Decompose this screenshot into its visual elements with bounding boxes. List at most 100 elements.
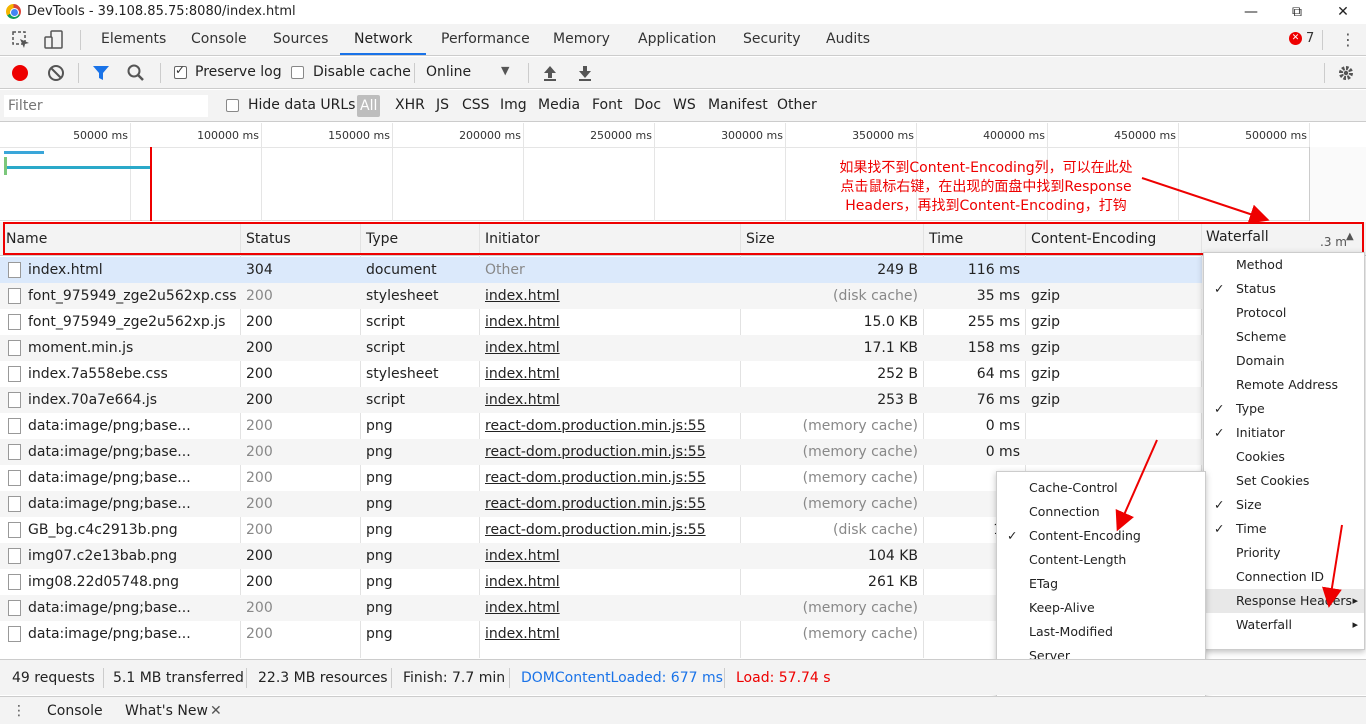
request-initiator[interactable]: index.html — [485, 387, 735, 413]
menu-item-type[interactable]: ✓ Type — [1204, 397, 1364, 421]
error-icon[interactable]: ✕ — [1289, 32, 1302, 45]
request-initiator[interactable]: react-dom.production.min.js:55 — [485, 465, 735, 491]
menu-item-waterfall[interactable]: Waterfall ▸ — [1204, 613, 1364, 637]
tab-console[interactable]: Console — [189, 24, 249, 55]
filter-type-js[interactable]: JS — [436, 97, 449, 113]
tab-network[interactable]: Network — [340, 24, 427, 55]
tab-elements[interactable]: Elements — [99, 24, 168, 55]
request-initiator[interactable]: index.html — [485, 335, 735, 361]
filter-icon[interactable] — [92, 65, 110, 81]
more-menu-icon[interactable]: ⋮ — [1340, 30, 1356, 49]
close-icon[interactable]: ✕ — [210, 697, 222, 724]
tab-audits[interactable]: Audits — [824, 24, 872, 55]
menu-item-initiator[interactable]: ✓ Initiator — [1204, 421, 1364, 445]
gear-icon[interactable] — [1337, 64, 1355, 82]
preserve-log-label[interactable]: Preserve log — [195, 64, 282, 80]
menu-item-content-length[interactable]: Content-Length — [997, 548, 1205, 572]
throttling-select[interactable]: Online ▼ — [426, 64, 516, 80]
menu-item-protocol[interactable]: Protocol — [1204, 301, 1364, 325]
request-initiator[interactable]: index.html — [485, 361, 735, 387]
table-row[interactable]: index.html 304 document Other 249 B 116 ms — [0, 257, 1202, 283]
request-initiator[interactable]: index.html — [485, 543, 735, 569]
menu-item-time[interactable]: ✓ Time — [1204, 517, 1364, 541]
clear-icon[interactable] — [47, 64, 65, 82]
menu-item-size[interactable]: ✓ Size — [1204, 493, 1364, 517]
menu-item-status[interactable]: ✓ Status — [1204, 277, 1364, 301]
request-initiator[interactable]: index.html — [485, 283, 735, 309]
record-icon[interactable] — [12, 65, 28, 81]
minimize-button[interactable]: — — [1228, 0, 1274, 24]
import-har-icon[interactable] — [542, 64, 558, 82]
filter-type-doc[interactable]: Doc — [634, 97, 661, 113]
export-har-icon[interactable] — [577, 64, 593, 82]
filter-type-manifest[interactable]: Manifest — [708, 97, 768, 113]
menu-item-remote-address[interactable]: Remote Address — [1204, 373, 1364, 397]
menu-item-scheme[interactable]: Scheme — [1204, 325, 1364, 349]
menu-item-content-encoding[interactable]: ✓ Content-Encoding — [997, 524, 1205, 548]
request-initiator[interactable]: react-dom.production.min.js:55 — [485, 491, 735, 517]
overview-timeline[interactable]: 50000 ms 100000 ms 150000 ms 200000 ms 2… — [0, 123, 1366, 221]
filter-type-img[interactable]: Img — [500, 97, 527, 113]
hide-data-urls-checkbox[interactable] — [226, 99, 239, 112]
menu-item-keep-alive[interactable]: Keep-Alive — [997, 596, 1205, 620]
restore-button[interactable]: ⧉ — [1274, 0, 1320, 24]
transferred-size: 5.1 MB transferred — [113, 670, 244, 686]
table-row[interactable]: index.7a558ebe.css 200 stylesheet index.htm… — [0, 361, 1202, 387]
request-initiator[interactable]: index.html — [485, 569, 735, 595]
table-row[interactable]: moment.min.js 200 script index.html 17.1 KB 1… — [0, 335, 1202, 361]
tab-performance[interactable]: Performance — [439, 24, 532, 55]
menu-item-cache-control[interactable]: Cache-Control — [997, 476, 1205, 500]
menu-item-connection[interactable]: Connection — [997, 500, 1205, 524]
filter-input[interactable] — [4, 95, 208, 117]
table-row[interactable]: data:image/png;base... 200 png react-dom.pr… — [0, 439, 1202, 465]
request-initiator[interactable]: react-dom.production.min.js:55 — [485, 413, 735, 439]
resources-size: 22.3 MB resources — [258, 670, 388, 686]
inspect-element-icon[interactable] — [12, 31, 30, 49]
request-initiator[interactable]: react-dom.production.min.js:55 — [485, 517, 735, 543]
menu-item-etag[interactable]: ETag — [997, 572, 1205, 596]
table-row[interactable]: font_975949_zge2u562xp.js 200 script index.… — [0, 309, 1202, 335]
table-row[interactable]: index.70a7e664.js 200 script index.html 253 … — [0, 387, 1202, 413]
drawer-tab-console[interactable]: Console — [47, 697, 103, 724]
request-type: png — [366, 626, 393, 642]
request-initiator[interactable]: index.html — [485, 309, 735, 335]
tab-sources[interactable]: Sources — [271, 24, 330, 55]
filter-type-font[interactable]: Font — [592, 97, 622, 113]
menu-item-method[interactable]: Method — [1204, 253, 1364, 277]
menu-item-last-modified[interactable]: Last-Modified — [997, 620, 1205, 644]
filter-type-other[interactable]: Other — [777, 97, 817, 113]
disable-cache-label[interactable]: Disable cache — [313, 64, 411, 80]
disable-cache-checkbox[interactable] — [291, 66, 304, 79]
preserve-log-checkbox[interactable] — [174, 63, 187, 79]
hide-data-urls-label[interactable]: Hide data URLs — [248, 97, 355, 113]
menu-item-domain[interactable]: Domain — [1204, 349, 1364, 373]
request-initiator[interactable]: react-dom.production.min.js:55 — [485, 439, 735, 465]
tab-memory[interactable]: Memory — [551, 24, 612, 55]
close-button[interactable]: ✕ — [1320, 0, 1366, 24]
tab-security[interactable]: Security — [741, 24, 803, 55]
filter-type-ws[interactable]: WS — [673, 97, 696, 113]
overview-window-handle[interactable] — [1309, 147, 1366, 221]
menu-item-response-headers[interactable]: Response Headers ▸ — [1204, 589, 1364, 613]
search-icon[interactable] — [127, 64, 145, 82]
menu-item-priority[interactable]: Priority — [1204, 541, 1364, 565]
filter-type-media[interactable]: Media — [538, 97, 580, 113]
request-initiator[interactable]: index.html — [485, 621, 735, 647]
error-count[interactable]: 7 — [1306, 31, 1314, 46]
menu-item-connection-id[interactable]: Connection ID — [1204, 565, 1364, 589]
filter-type-css[interactable]: CSS — [462, 97, 490, 113]
table-row[interactable]: data:image/png;base... 200 png react-dom.pr… — [0, 413, 1202, 439]
filter-type-all[interactable]: All — [357, 95, 381, 117]
menu-item-label: Response Headers — [1236, 593, 1353, 608]
table-row[interactable]: font_975949_zge2u562xp.css 200 stylesheet i… — [0, 283, 1202, 309]
drawer-tab-whats-new[interactable]: What's New — [125, 697, 208, 724]
menu-item-cookies[interactable]: Cookies — [1204, 445, 1364, 469]
menu-item-set-cookies[interactable]: Set Cookies — [1204, 469, 1364, 493]
request-name: data:image/png;base... — [28, 444, 191, 460]
timeline-tick: 350000 ms — [852, 129, 914, 142]
request-initiator[interactable]: index.html — [485, 595, 735, 621]
tab-application[interactable]: Application — [636, 24, 718, 55]
device-toolbar-icon[interactable] — [44, 30, 64, 50]
filter-type-xhr[interactable]: XHR — [395, 97, 425, 113]
more-menu-icon[interactable]: ⋮ — [12, 697, 26, 724]
